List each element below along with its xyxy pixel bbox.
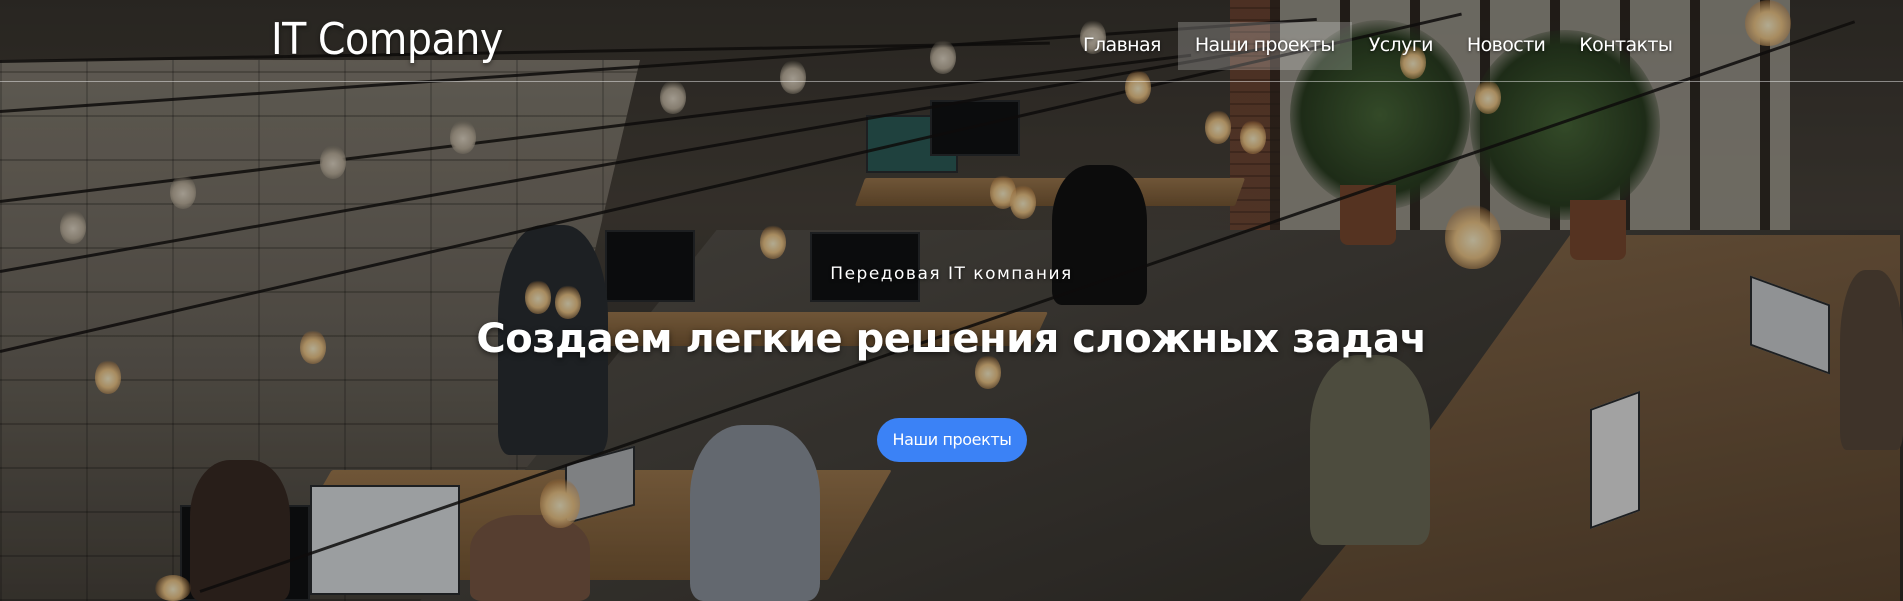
hero-section: Передовая IT компания Создаем легкие реш… — [0, 0, 1903, 601]
hero-headline: Создаем легкие решения сложных задач — [476, 316, 1427, 362]
our-projects-button[interactable]: Наши проекты — [877, 418, 1027, 462]
hero-subtitle: Передовая IT компания — [830, 264, 1073, 284]
